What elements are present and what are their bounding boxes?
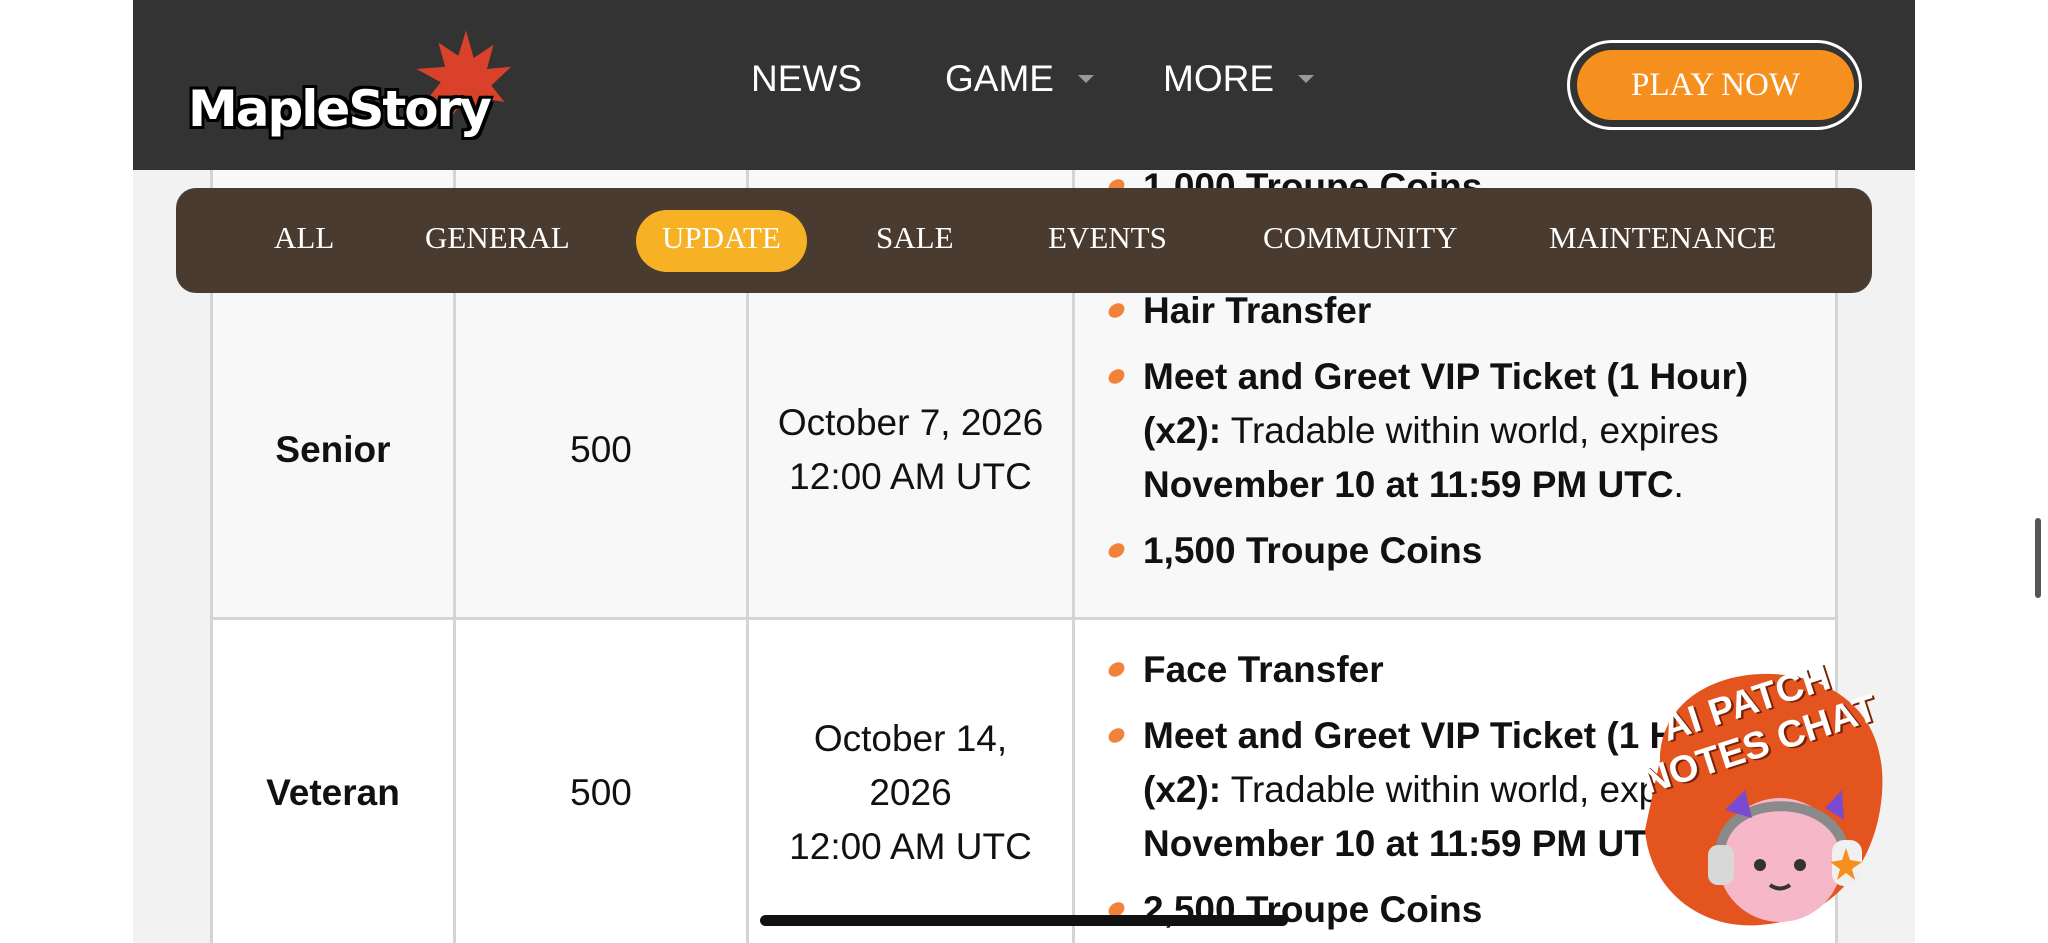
reward-expiry: November 10 at 11:59 PM UTC: [1143, 823, 1674, 864]
bullet-icon: [1105, 366, 1128, 387]
reward-qty: (x2):: [1143, 769, 1222, 810]
category-filter-bar: ALL GENERAL UPDATE SALE EVENTS COMMUNITY…: [176, 188, 1872, 293]
chevron-down-icon: [1298, 75, 1314, 83]
site-header: MapleStory NEWS GAME MORE PLAY NOW: [133, 0, 1915, 170]
home-indicator: [760, 915, 1288, 926]
bullet-icon: [1105, 300, 1128, 321]
chevron-down-icon: [1077, 75, 1094, 83]
bullet-icon: [1105, 725, 1128, 746]
date-line: October 14,: [813, 718, 1008, 759]
nav-news[interactable]: NEWS: [751, 58, 862, 100]
category-general[interactable]: GENERAL: [425, 220, 570, 256]
nav-label: MORE: [1163, 58, 1274, 99]
reward-note-end: .: [1673, 464, 1684, 505]
category-maintenance[interactable]: MAINTENANCE: [1549, 220, 1776, 256]
time-line: 12:00 AM UTC: [789, 456, 1032, 497]
scrollbar-thumb[interactable]: [2035, 518, 2041, 598]
date-cell: October 7, 2026 12:00 AM UTC: [749, 280, 1072, 620]
nav-game[interactable]: GAME: [945, 58, 1094, 100]
logo-text: MapleStory: [188, 80, 492, 138]
list-item: 1,500 Troupe Coins: [1105, 524, 1828, 578]
reward-text: Hair Transfer: [1143, 290, 1372, 331]
nav-label: NEWS: [751, 58, 862, 99]
reward-text: Meet and Greet VIP Ticket (1 Hour): [1143, 356, 1749, 397]
nav-more[interactable]: MORE: [1163, 58, 1314, 100]
tier-cell: Veteran: [266, 772, 400, 813]
category-update[interactable]: UPDATE: [636, 210, 807, 272]
reward-text: 1,500 Troupe Coins: [1143, 530, 1483, 571]
rewards-list: Hair Transfer Meet and Greet VIP Ticket …: [1105, 284, 1828, 590]
maplestory-logo[interactable]: MapleStory: [133, 0, 513, 170]
reward-expiry: November 10 at 11:59 PM UTC: [1143, 464, 1674, 505]
reward-qty: (x2):: [1143, 410, 1222, 451]
category-all[interactable]: ALL: [274, 220, 334, 256]
points-cell: 500: [570, 429, 632, 470]
points-cell: 500: [570, 772, 632, 813]
date-line: October 7, 2026: [777, 402, 1044, 443]
reward-text: Face Transfer: [1143, 649, 1384, 690]
list-item: Meet and Greet VIP Ticket (1 Hour) (x2): …: [1105, 350, 1828, 512]
date-cell: October 14, 2026 12:00 AM UTC: [749, 623, 1072, 943]
date-line: 2026: [869, 772, 952, 813]
category-community[interactable]: COMMUNITY: [1263, 220, 1458, 256]
category-sale[interactable]: SALE: [876, 220, 954, 256]
reward-note: Tradable within world, expires: [1221, 410, 1719, 451]
bullet-icon: [1105, 659, 1128, 680]
nav-label: GAME: [945, 58, 1054, 99]
time-line: 12:00 AM UTC: [789, 826, 1032, 867]
bullet-icon: [1105, 540, 1128, 561]
category-events[interactable]: EVENTS: [1048, 220, 1167, 256]
play-now-button[interactable]: PLAY NOW: [1577, 50, 1854, 120]
tier-cell: Senior: [275, 429, 391, 470]
